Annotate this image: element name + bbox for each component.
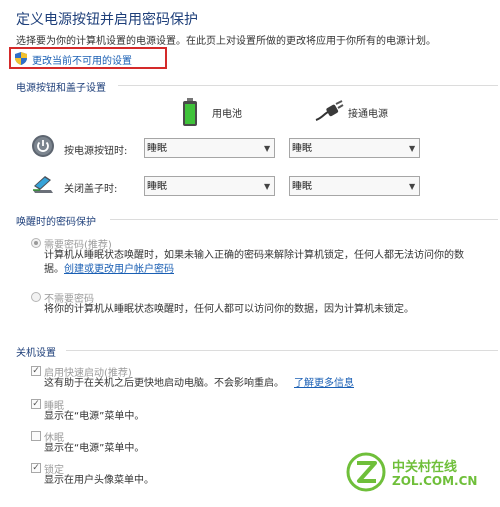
zol-logo-icon — [346, 452, 386, 492]
power-plug-icon — [315, 100, 344, 121]
no-password-desc: 将你的计算机从睡眠状态唤醒时，任何人都可以访问你的数据，因为计算机未锁定。 — [44, 304, 414, 315]
hibernate-checkbox[interactable] — [31, 431, 41, 441]
section-divider — [118, 85, 498, 86]
wake-password-section-title: 唤醒时的密码保护 — [16, 217, 96, 228]
require-password-radio[interactable] — [31, 238, 41, 248]
plugged-in-column-label: 接通电源 — [348, 109, 388, 120]
learn-more-link[interactable]: 了解更多信息 — [294, 377, 354, 391]
section-divider — [66, 350, 498, 351]
section-divider — [110, 219, 498, 220]
require-password-desc-line1: 计算机从睡眠状态唤醒时，如果未输入正确的密码来解除计算机锁定，任何人都无法访问你… — [44, 250, 464, 261]
page-title: 定义电源按钮并启用密码保护 — [16, 12, 198, 28]
sleep-checkbox[interactable]: ✓ — [31, 399, 41, 409]
laptop-lid-icon — [33, 176, 53, 193]
power-button-label: 按电源按钮时: — [64, 146, 128, 157]
zol-watermark: 中关村在线 ZOL.COM.CN — [346, 452, 496, 498]
lock-desc: 显示在用户头像菜单中。 — [44, 475, 154, 486]
fast-startup-checkbox[interactable]: ✓ — [31, 366, 41, 376]
power-button-plugged-select[interactable]: 睡眠 — [289, 138, 420, 158]
page-description: 选择要为你的计算机设置的电源设置。在此页上对设置所做的更改将应用于你所有的电源计… — [16, 36, 436, 47]
change-unavailable-settings-link[interactable]: 更改当前不可用的设置 — [32, 52, 132, 67]
power-buttons-section-title: 电源按钮和盖子设置 — [16, 83, 106, 94]
sleep-desc: 显示在“电源”菜单中。 — [44, 411, 145, 422]
no-password-radio[interactable] — [31, 292, 41, 302]
shutdown-section-title: 关机设置 — [16, 348, 56, 359]
power-button-icon — [32, 135, 54, 157]
battery-icon — [183, 98, 197, 126]
battery-column-label: 用电池 — [212, 109, 242, 120]
lid-close-plugged-select[interactable]: 睡眠 — [289, 176, 420, 196]
watermark-brand-en: ZOL.COM.CN — [392, 474, 478, 488]
lid-close-battery-select[interactable]: 睡眠 — [144, 176, 275, 196]
lock-checkbox[interactable]: ✓ — [31, 463, 41, 473]
create-change-password-link[interactable]: 创建或更改用户帐户密码 — [64, 263, 174, 277]
power-button-battery-select[interactable]: 睡眠 — [144, 138, 275, 158]
fast-startup-desc: 这有助于在关机之后更快地启动电脑。不会影响重启。 — [44, 378, 284, 389]
uac-shield-icon — [15, 52, 27, 65]
watermark-brand-cn: 中关村在线 — [392, 460, 458, 475]
lid-close-label: 关闭盖子时: — [64, 184, 118, 195]
hibernate-desc: 显示在“电源”菜单中。 — [44, 443, 145, 454]
require-password-desc-line2: 据。 — [44, 264, 64, 275]
